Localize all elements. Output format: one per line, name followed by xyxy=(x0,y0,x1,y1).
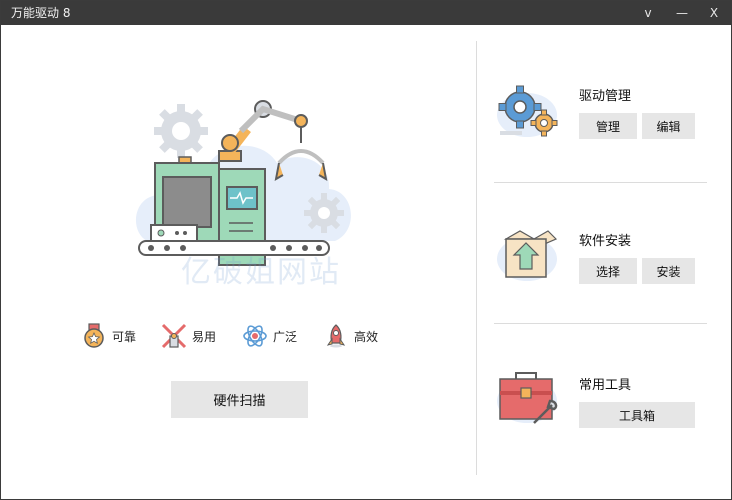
toolbox-icon xyxy=(497,372,558,424)
gear-icon xyxy=(304,193,344,233)
feature-efficient: 高效 xyxy=(323,321,378,351)
medal-icon xyxy=(84,323,104,348)
feature-reliable: 可靠 xyxy=(81,321,136,351)
horizontal-divider xyxy=(494,323,707,324)
window-title: 万能驱动 8 xyxy=(11,6,71,20)
feature-wide: 广泛 xyxy=(242,321,297,351)
gear-icon xyxy=(154,104,208,158)
horizontal-divider xyxy=(494,182,707,183)
feature-label: 广泛 xyxy=(273,329,298,344)
feature-easy: 易用 xyxy=(161,321,216,351)
manage-button[interactable]: 管理 xyxy=(579,113,637,139)
hardware-scan-button[interactable]: 硬件扫描 xyxy=(171,381,308,418)
box-icon xyxy=(497,230,558,281)
atom-icon xyxy=(243,325,267,347)
driver-management-title: 驱动管理 xyxy=(579,89,632,104)
windmill-icon xyxy=(161,323,187,349)
title-bar[interactable]: 万能驱动 8 v — X xyxy=(1,1,731,25)
watermark-text: 亿破姐网站 xyxy=(181,255,341,290)
install-button[interactable]: 安装 xyxy=(642,258,695,284)
common-tools-title: 常用工具 xyxy=(579,378,632,393)
select-button[interactable]: 选择 xyxy=(579,258,637,284)
feature-label: 可靠 xyxy=(112,329,137,344)
feature-label: 高效 xyxy=(354,329,379,344)
software-install-title: 软件安装 xyxy=(579,234,632,249)
vertical-divider xyxy=(476,41,477,475)
close-button[interactable]: X xyxy=(697,1,731,25)
rocket-icon xyxy=(326,324,346,348)
edit-button[interactable]: 编辑 xyxy=(642,113,695,139)
minimize-button[interactable]: — xyxy=(665,1,699,25)
gears-icon xyxy=(497,85,558,137)
feature-label: 易用 xyxy=(192,329,217,344)
toolbox-button[interactable]: 工具箱 xyxy=(579,402,695,428)
app-window: 万能驱动 8 v — X 亿破姐网站 可靠 易用 广泛 高效 硬件扫描 驱动管理… xyxy=(0,0,732,500)
menu-dropdown-button[interactable]: v xyxy=(631,1,665,25)
